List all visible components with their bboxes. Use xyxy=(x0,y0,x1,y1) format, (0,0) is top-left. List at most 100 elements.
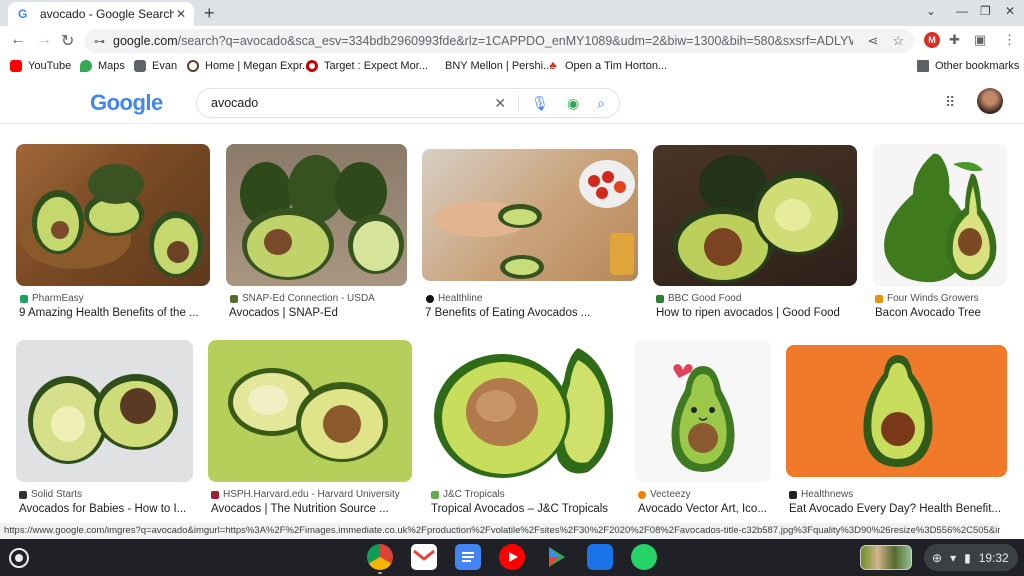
youtube-icon xyxy=(10,60,22,72)
tab-title: avocado - Google Search xyxy=(40,7,174,21)
result-source: BBC Good Food xyxy=(656,293,741,304)
result-image[interactable] xyxy=(16,144,210,286)
target-icon xyxy=(306,60,318,72)
link-status-bar: https://www.google.com/imgres?q=avocado&… xyxy=(0,523,1000,539)
status-tray[interactable]: ⊕ ▾ ▮ 19:32 xyxy=(924,544,1018,571)
result-title[interactable]: Bacon Avocado Tree xyxy=(875,307,981,319)
wifi-icon: ▾ xyxy=(950,550,957,565)
bookmark-bny[interactable]: BNY Mellon | Pershi... xyxy=(427,60,552,72)
extensions-puzzle-icon[interactable]: ✚ xyxy=(949,32,960,48)
result-title[interactable]: Avocados for Babies - How to I... xyxy=(19,503,186,515)
result-title[interactable]: Tropical Avocados – J&C Tropicals xyxy=(431,503,608,515)
bookmark-label: BNY Mellon | Pershi... xyxy=(445,60,553,72)
launcher-icon[interactable] xyxy=(9,548,29,568)
extension-m-icon[interactable]: M xyxy=(924,32,940,48)
result-title[interactable]: 9 Amazing Health Benefits of the ... xyxy=(19,307,199,319)
side-panel-icon[interactable]: ▣ xyxy=(974,32,986,48)
files-icon[interactable] xyxy=(587,544,613,570)
bookmark-youtube[interactable]: YouTube xyxy=(10,60,71,72)
youtube-icon[interactable] xyxy=(499,544,525,570)
result-image[interactable] xyxy=(422,149,638,281)
screenshot-thumbnail[interactable] xyxy=(860,545,912,570)
address-bar[interactable]: ⊶ google.com/search?q=avocado&sca_esv=33… xyxy=(84,29,914,53)
tab-search-icon[interactable]: ⌄ xyxy=(926,4,936,18)
window-close-icon[interactable]: ✕ xyxy=(1005,4,1015,18)
back-icon[interactable]: ← xyxy=(10,31,26,49)
result-image[interactable] xyxy=(635,340,771,482)
docs-icon[interactable] xyxy=(455,544,481,570)
search-box[interactable]: avocado ✕ 🎙 ◉ ⌕ xyxy=(196,88,620,118)
url-text[interactable]: google.com/search?q=avocado&sca_esv=334b… xyxy=(113,34,853,48)
apps-grid-icon[interactable]: ⠿ xyxy=(945,94,955,111)
bookmark-target[interactable]: Target : Expect Mor... xyxy=(306,60,428,72)
bookmark-label: Other bookmarks xyxy=(935,60,1020,72)
result-image[interactable] xyxy=(226,144,407,286)
minimize-icon[interactable]: — xyxy=(956,4,968,18)
clear-icon[interactable]: ✕ xyxy=(494,95,506,112)
avatar[interactable] xyxy=(977,88,1003,114)
search-icon[interactable]: ⌕ xyxy=(597,95,605,112)
result-title[interactable]: Avocados | The Nutrition Source ... xyxy=(211,503,389,515)
bookmark-maps[interactable]: Maps xyxy=(80,60,125,72)
tab-google-search[interactable]: G avocado - Google Search ✕ xyxy=(8,2,194,26)
result-title[interactable]: How to ripen avocados | Good Food xyxy=(656,307,840,319)
forward-icon[interactable]: → xyxy=(36,31,52,49)
avocado-image-icon xyxy=(434,160,635,279)
avocado-image-icon xyxy=(863,355,933,467)
result-title[interactable]: Avocados | SNAP-Ed xyxy=(229,307,338,319)
google-logo[interactable]: Google xyxy=(90,90,163,116)
result-image[interactable] xyxy=(873,144,1007,286)
avocado-image-icon xyxy=(240,155,404,280)
bookmark-label: Home | Megan Expr... xyxy=(205,60,312,72)
result-title[interactable]: Avocado Vector Art, Ico... xyxy=(638,503,767,515)
avocado-image-icon xyxy=(673,155,843,283)
source-label: Solid Starts xyxy=(31,489,83,500)
folder-icon xyxy=(917,60,929,72)
avocado-image-icon xyxy=(884,153,997,283)
result-source: Solid Starts xyxy=(19,489,82,500)
play-store-icon[interactable] xyxy=(543,544,569,570)
bookmark-evan[interactable]: Evan xyxy=(134,60,177,72)
result-image[interactable] xyxy=(16,340,193,482)
result-source: Healthline xyxy=(426,293,482,304)
result-image[interactable] xyxy=(653,145,857,286)
url-path: /search?q=avocado&sca_esv=334bdb2960993f… xyxy=(177,34,854,48)
share-icon[interactable]: ⋖ xyxy=(867,33,878,49)
close-tab-icon[interactable]: ✕ xyxy=(174,7,188,21)
avocado-image-icon xyxy=(228,368,388,462)
battery-icon: ▮ xyxy=(964,550,971,565)
source-label: BBC Good Food xyxy=(668,293,742,304)
source-favicon-icon xyxy=(230,294,238,303)
site-info-icon[interactable]: ⊶ xyxy=(94,35,105,48)
avocado-image-icon xyxy=(434,348,613,478)
running-indicator xyxy=(378,572,382,574)
reload-icon[interactable]: ↻ xyxy=(61,31,74,51)
bookmark-star-icon[interactable]: ☆ xyxy=(892,33,904,49)
search-input[interactable]: avocado xyxy=(211,96,476,110)
result-source: SNAP-Ed Connection - USDA xyxy=(230,293,375,304)
gmail-icon[interactable] xyxy=(411,544,437,570)
result-image[interactable] xyxy=(208,340,412,482)
whatsapp-icon[interactable] xyxy=(631,544,657,570)
bookmark-megan[interactable]: Home | Megan Expr... xyxy=(187,60,311,72)
result-image[interactable] xyxy=(428,340,619,482)
lens-icon[interactable]: ◉ xyxy=(567,95,579,112)
tab-strip: G avocado - Google Search ✕ + ⌄ — ❐ ✕ xyxy=(0,0,1024,26)
bookmark-tim-hortons[interactable]: ♣ Open a Tim Horton... xyxy=(547,60,667,72)
result-image[interactable] xyxy=(786,345,1007,477)
other-bookmarks[interactable]: Other bookmarks xyxy=(917,60,1019,72)
restore-icon[interactable]: ❐ xyxy=(980,4,991,18)
google-favicon-icon: G xyxy=(18,7,28,21)
result-title[interactable]: Eat Avocado Every Day? Health Benefit... xyxy=(789,503,1001,515)
source-label: SNAP-Ed Connection - USDA xyxy=(242,293,375,304)
result-title[interactable]: 7 Benefits of Eating Avocados ... xyxy=(425,307,590,319)
source-label: Healthnews xyxy=(801,489,854,500)
source-favicon-icon xyxy=(211,490,219,499)
new-tab-button[interactable]: + xyxy=(204,3,215,23)
voice-search-icon[interactable]: 🎙 xyxy=(518,94,549,112)
chrome-icon[interactable] xyxy=(367,544,393,570)
os-shelf: ⊕ ▾ ▮ 19:32 xyxy=(0,539,1024,576)
avocado-image-icon xyxy=(21,164,203,277)
source-favicon-icon xyxy=(431,490,439,499)
menu-kebab-icon[interactable]: ⋮ xyxy=(1003,32,1016,48)
